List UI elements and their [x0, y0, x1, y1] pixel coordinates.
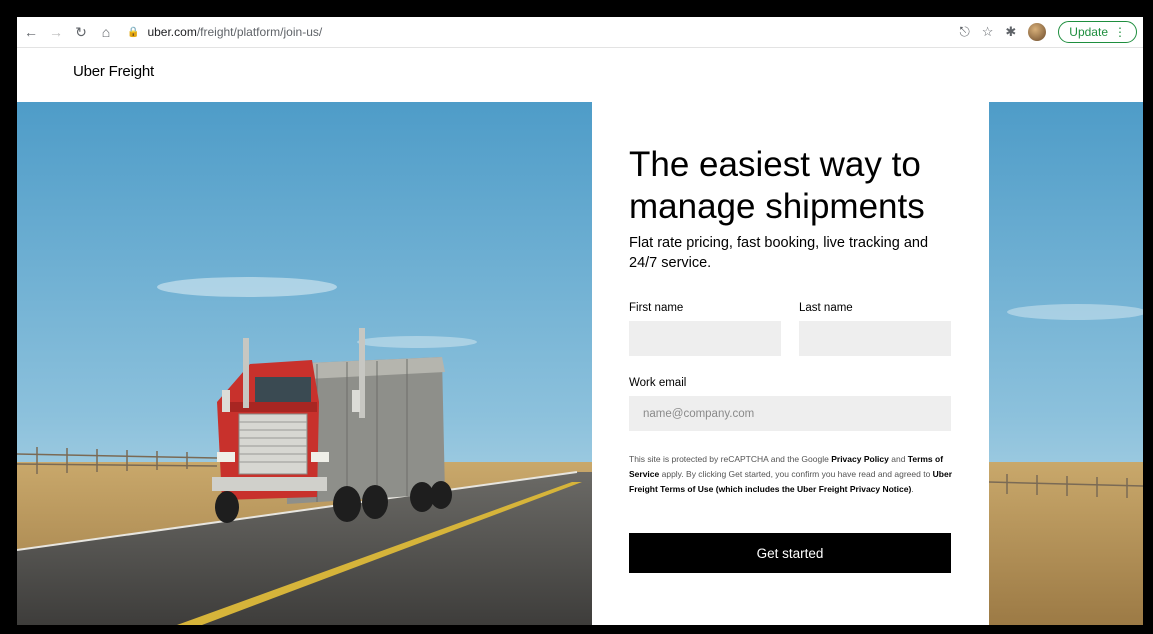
- star-icon[interactable]: ☆: [982, 24, 994, 40]
- work-email-field[interactable]: [629, 396, 951, 431]
- site-header: Uber Freight: [17, 48, 1143, 102]
- uber-freight-logo[interactable]: Uber Freight: [73, 63, 154, 80]
- url-path: /freight/platform/join-us/: [196, 25, 323, 39]
- browser-window: ← → ↻ ⌂ 🔒 uber.com/freight/platform/join…: [17, 17, 1143, 625]
- home-icon[interactable]: ⌂: [95, 21, 117, 43]
- update-label: Update: [1069, 25, 1108, 39]
- extensions-icon[interactable]: ✱: [1005, 24, 1016, 40]
- address-bar[interactable]: 🔒 uber.com/freight/platform/join-us/: [127, 25, 322, 39]
- legal-text: This site is protected by reCAPTCHA and …: [629, 454, 832, 464]
- update-button[interactable]: Update ⋮: [1058, 21, 1137, 43]
- avatar[interactable]: [1028, 23, 1047, 41]
- share-icon[interactable]: ⎋: [959, 24, 969, 40]
- first-name-field[interactable]: [629, 321, 781, 356]
- privacy-policy-link[interactable]: Privacy Policy: [831, 454, 889, 464]
- page-subtitle: Flat rate pricing, fast booking, live tr…: [629, 235, 929, 271]
- lock-icon[interactable]: 🔒: [127, 27, 139, 38]
- url-host: uber.com: [147, 25, 197, 39]
- more-icon[interactable]: ⋮: [1114, 25, 1126, 39]
- back-icon[interactable]: ←: [20, 21, 42, 43]
- reload-icon[interactable]: ↻: [70, 21, 92, 43]
- forward-icon[interactable]: →: [45, 21, 67, 43]
- legal-disclaimer: This site is protected by reCAPTCHA and …: [629, 452, 959, 497]
- signup-form-panel: The easiest way to manage shipments Flat…: [592, 102, 989, 625]
- last-name-field[interactable]: [799, 321, 951, 356]
- browser-toolbar: ← → ↻ ⌂ 🔒 uber.com/freight/platform/join…: [17, 17, 1143, 48]
- legal-text: apply. By clicking Get started, you conf…: [659, 469, 933, 479]
- get-started-button[interactable]: Get started: [629, 533, 951, 573]
- page-title: The easiest way to manage shipments: [629, 145, 925, 226]
- first-name-label: First name: [629, 302, 684, 314]
- last-name-label: Last name: [799, 302, 853, 314]
- legal-text: .: [911, 484, 914, 494]
- work-email-label: Work email: [629, 377, 687, 389]
- legal-text: and: [888, 454, 908, 464]
